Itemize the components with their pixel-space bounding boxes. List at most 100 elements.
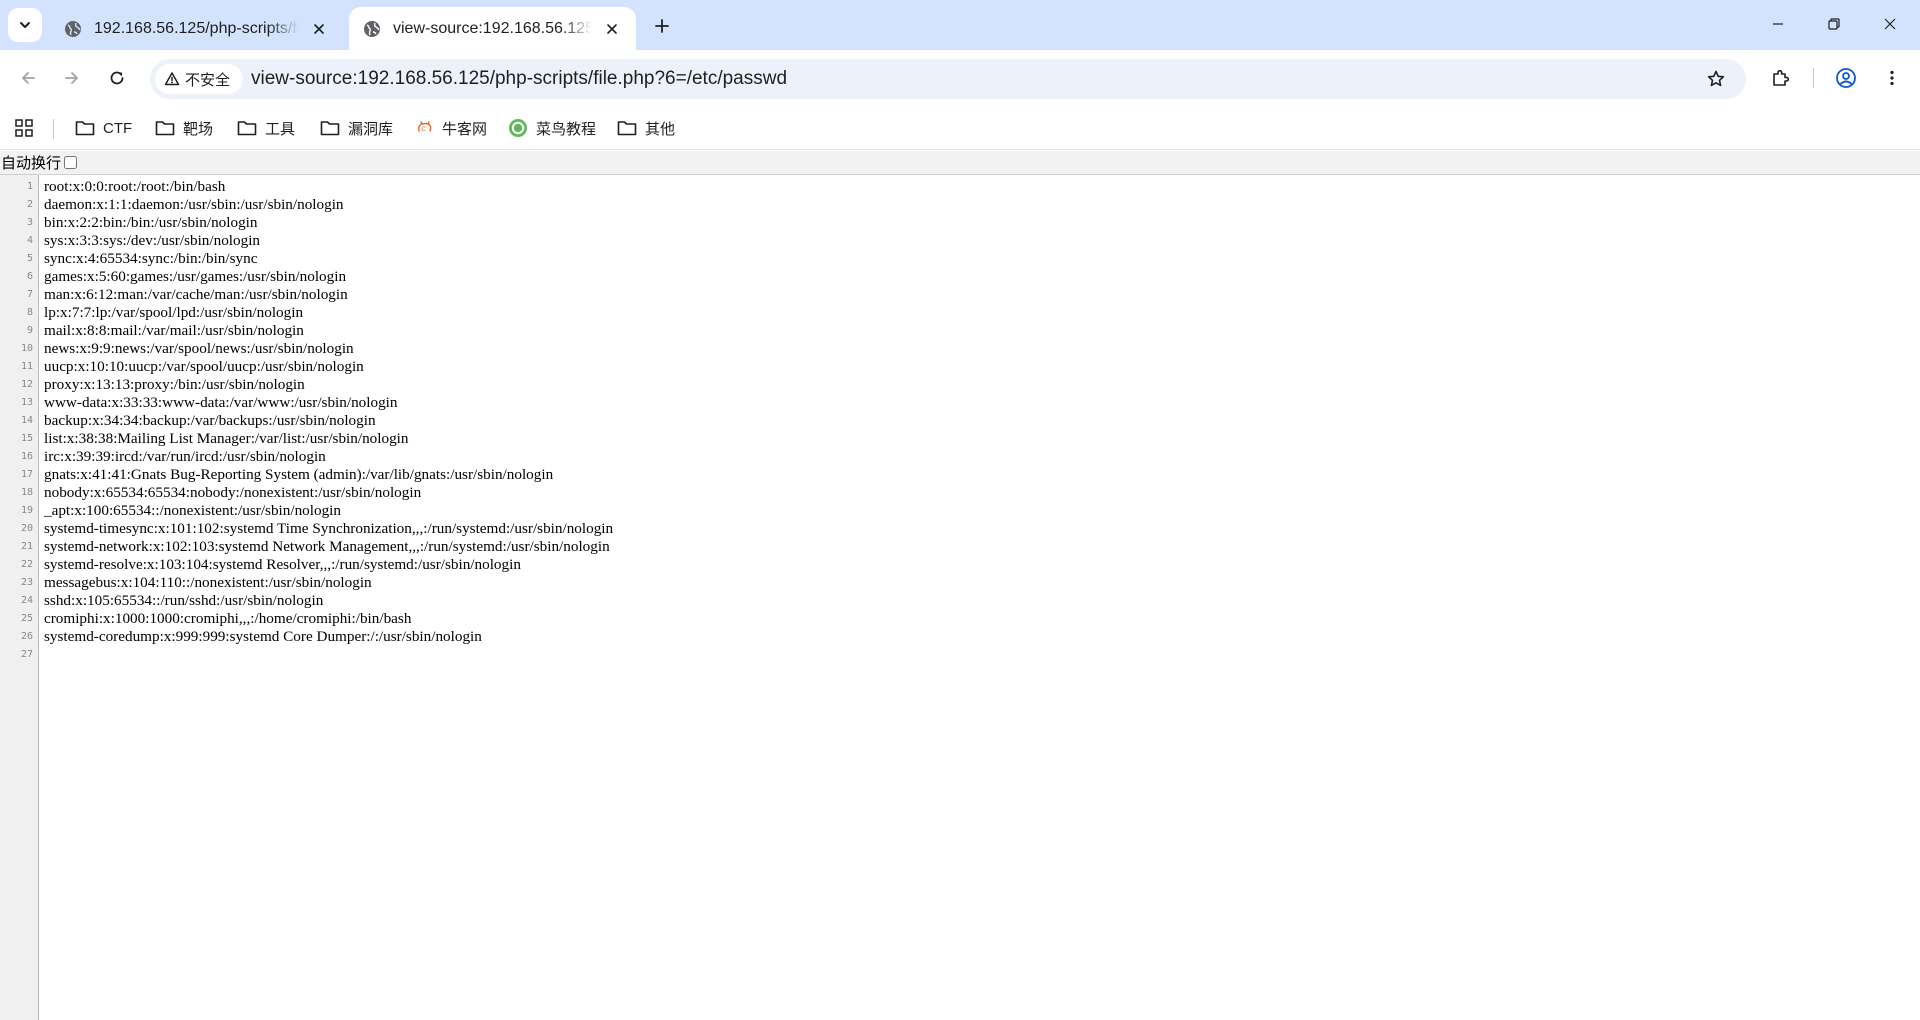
line-content: mail:x:8:8:mail:/var/mail:/usr/sbin/nolo… — [44, 322, 304, 339]
close-icon — [607, 23, 617, 34]
bookmark-runoob[interactable]: 菜鸟教程 — [508, 115, 596, 141]
bookmark-label: 漏洞库 — [348, 120, 394, 138]
line-number: 16 — [20, 451, 33, 462]
bookmark-range[interactable]: 靶场 — [155, 115, 213, 141]
line-wrap-bar: 自动换行 — [0, 151, 1920, 175]
folder-icon — [155, 121, 175, 136]
bookmark-other[interactable]: 其他 — [617, 115, 675, 141]
bookmark-tools[interactable]: 工具 — [237, 115, 295, 141]
tab-view-source[interactable]: view-source:192.168.56.125/php-scripts/f… — [349, 7, 636, 50]
line-content: messagebus:x:104:110::/nonexistent:/usr/… — [44, 574, 372, 591]
plus-icon — [655, 19, 669, 33]
folder-icon — [320, 121, 340, 136]
line-content: list:x:38:38:Mailing List Manager:/var/l… — [44, 430, 409, 447]
bookmarks-separator — [53, 119, 54, 139]
extensions-button[interactable] — [1765, 62, 1797, 94]
nowcoder-icon: C — [418, 121, 432, 133]
line-content: games:x:5:60:games:/usr/games:/usr/sbin/… — [44, 268, 347, 285]
line-content: bin:x:2:2:bin:/bin:/usr/sbin/nologin — [44, 214, 258, 231]
bookmark-nowcoder[interactable]: C 牛客网 — [416, 115, 487, 141]
line-content: man:x:6:12:man:/var/cache/man:/usr/sbin/… — [44, 286, 348, 303]
warning-icon — [164, 72, 180, 86]
reload-icon — [110, 71, 124, 85]
bookmark-vuln-db[interactable]: 漏洞库 — [320, 115, 393, 141]
line-content: systemd-network:x:102:103:systemd Networ… — [44, 538, 610, 555]
toolbar: 不安全 view-source:192.168.56.125/php-scrip… — [0, 50, 1920, 107]
line-content: gnats:x:41:41:Gnats Bug-Reporting System… — [44, 466, 554, 483]
line-number: 2 — [26, 199, 33, 210]
address-bar[interactable]: 不安全 view-source:192.168.56.125/php-scrip… — [150, 59, 1746, 99]
restore-button[interactable] — [1806, 0, 1862, 48]
security-label: 不安全 — [185, 71, 231, 89]
reload-button[interactable] — [101, 62, 133, 94]
line-number: 17 — [20, 469, 33, 480]
line-number: 21 — [20, 541, 33, 552]
new-tab-button[interactable] — [648, 12, 676, 40]
bookmark-label: CTF — [103, 119, 133, 137]
url-text[interactable]: view-source:192.168.56.125/php-scripts/f… — [251, 59, 787, 99]
bookmark-label: 菜鸟教程 — [536, 120, 597, 138]
apps-grid-icon[interactable] — [14, 118, 34, 138]
close-window-button[interactable] — [1862, 0, 1918, 48]
line-content: systemd-coredump:x:999:999:systemd Core … — [44, 628, 482, 645]
star-icon — [1707, 70, 1725, 87]
account-icon — [1836, 68, 1856, 88]
security-chip[interactable]: 不安全 — [155, 64, 243, 94]
globe-icon — [364, 20, 380, 37]
line-content: lp:x:7:7:lp:/var/spool/lpd:/usr/sbin/nol… — [44, 304, 304, 321]
line-content: proxy:x:13:13:proxy:/bin:/usr/sbin/nolog… — [44, 376, 305, 393]
line-number: 14 — [20, 415, 33, 426]
profile-button[interactable] — [1830, 62, 1862, 94]
tab-file-php[interactable]: 192.168.56.125/php-scripts/file.php?6=/e… — [50, 7, 343, 50]
line-content: sync:x:4:65534:sync:/bin:/bin/sync — [44, 250, 258, 267]
line-number: 5 — [26, 253, 33, 264]
folder-icon — [617, 121, 637, 136]
back-button[interactable] — [12, 62, 44, 94]
line-content: root:x:0:0:root:/root:/bin/bash — [44, 178, 226, 195]
menu-button[interactable] — [1876, 62, 1908, 94]
line-content: cromiphi:x:1000:1000:cromiphi,,,:/home/c… — [44, 610, 412, 627]
tab-search-button[interactable] — [8, 8, 42, 42]
bookmark-star-button[interactable] — [1704, 67, 1728, 91]
minimize-icon — [1773, 23, 1783, 25]
arrow-left-icon — [22, 72, 35, 84]
arrow-right-icon — [65, 72, 78, 84]
line-content: sys:x:3:3:sys:/dev:/usr/sbin/nologin — [44, 232, 261, 249]
line-number: 13 — [20, 397, 33, 408]
line-number: 12 — [20, 379, 33, 390]
line-number: 6 — [26, 271, 33, 282]
bookmarks-bar: CTF 靶场 工具 漏洞库 C 牛客网 菜鸟教程 其他 — [0, 107, 1920, 150]
line-content: nobody:x:65534:65534:nobody:/nonexistent… — [44, 484, 422, 501]
line-number: 3 — [26, 217, 33, 228]
line-number: 24 — [20, 595, 33, 606]
folder-icon — [237, 121, 257, 136]
puzzle-icon — [1773, 69, 1790, 86]
line-number: 20 — [20, 523, 33, 534]
svg-text:C: C — [422, 127, 427, 133]
source-view: 1 root:x:0:0:root:/root:/bin/bash 2 daemon:… — [0, 175, 1920, 1020]
tab-close-button[interactable] — [307, 17, 331, 41]
line-number: 22 — [20, 559, 33, 570]
line-content: systemd-resolve:x:103:104:systemd Resolv… — [44, 556, 521, 573]
bookmark-label: 靶场 — [183, 120, 214, 138]
tab-title: 192.168.56.125/php-scripts/file.php?6=/e… — [94, 19, 299, 37]
tab-strip: 192.168.56.125/php-scripts/file.php?6=/e… — [0, 0, 1920, 50]
line-content: _apt:x:100:65534::/nonexistent:/usr/sbin… — [44, 502, 341, 519]
tab-close-button[interactable] — [600, 17, 624, 41]
globe-icon — [65, 20, 81, 37]
line-number: 1 — [26, 181, 33, 192]
more-vert-icon — [1890, 70, 1894, 86]
line-number: 7 — [26, 289, 33, 300]
line-number: 15 — [20, 433, 33, 444]
minimize-button[interactable] — [1750, 0, 1806, 48]
bookmark-ctf[interactable]: CTF — [75, 115, 132, 141]
folder-icon — [75, 121, 95, 136]
chevron-down-icon — [20, 22, 30, 28]
forward-button[interactable] — [56, 62, 88, 94]
toolbar-separator — [1813, 68, 1814, 88]
line-wrap-checkbox[interactable] — [64, 156, 78, 169]
bookmark-label: 牛客网 — [442, 120, 488, 138]
line-content: systemd-timesync:x:101:102:systemd Time … — [44, 520, 614, 537]
line-number: 25 — [20, 613, 33, 624]
bookmark-label: 其他 — [645, 120, 676, 138]
